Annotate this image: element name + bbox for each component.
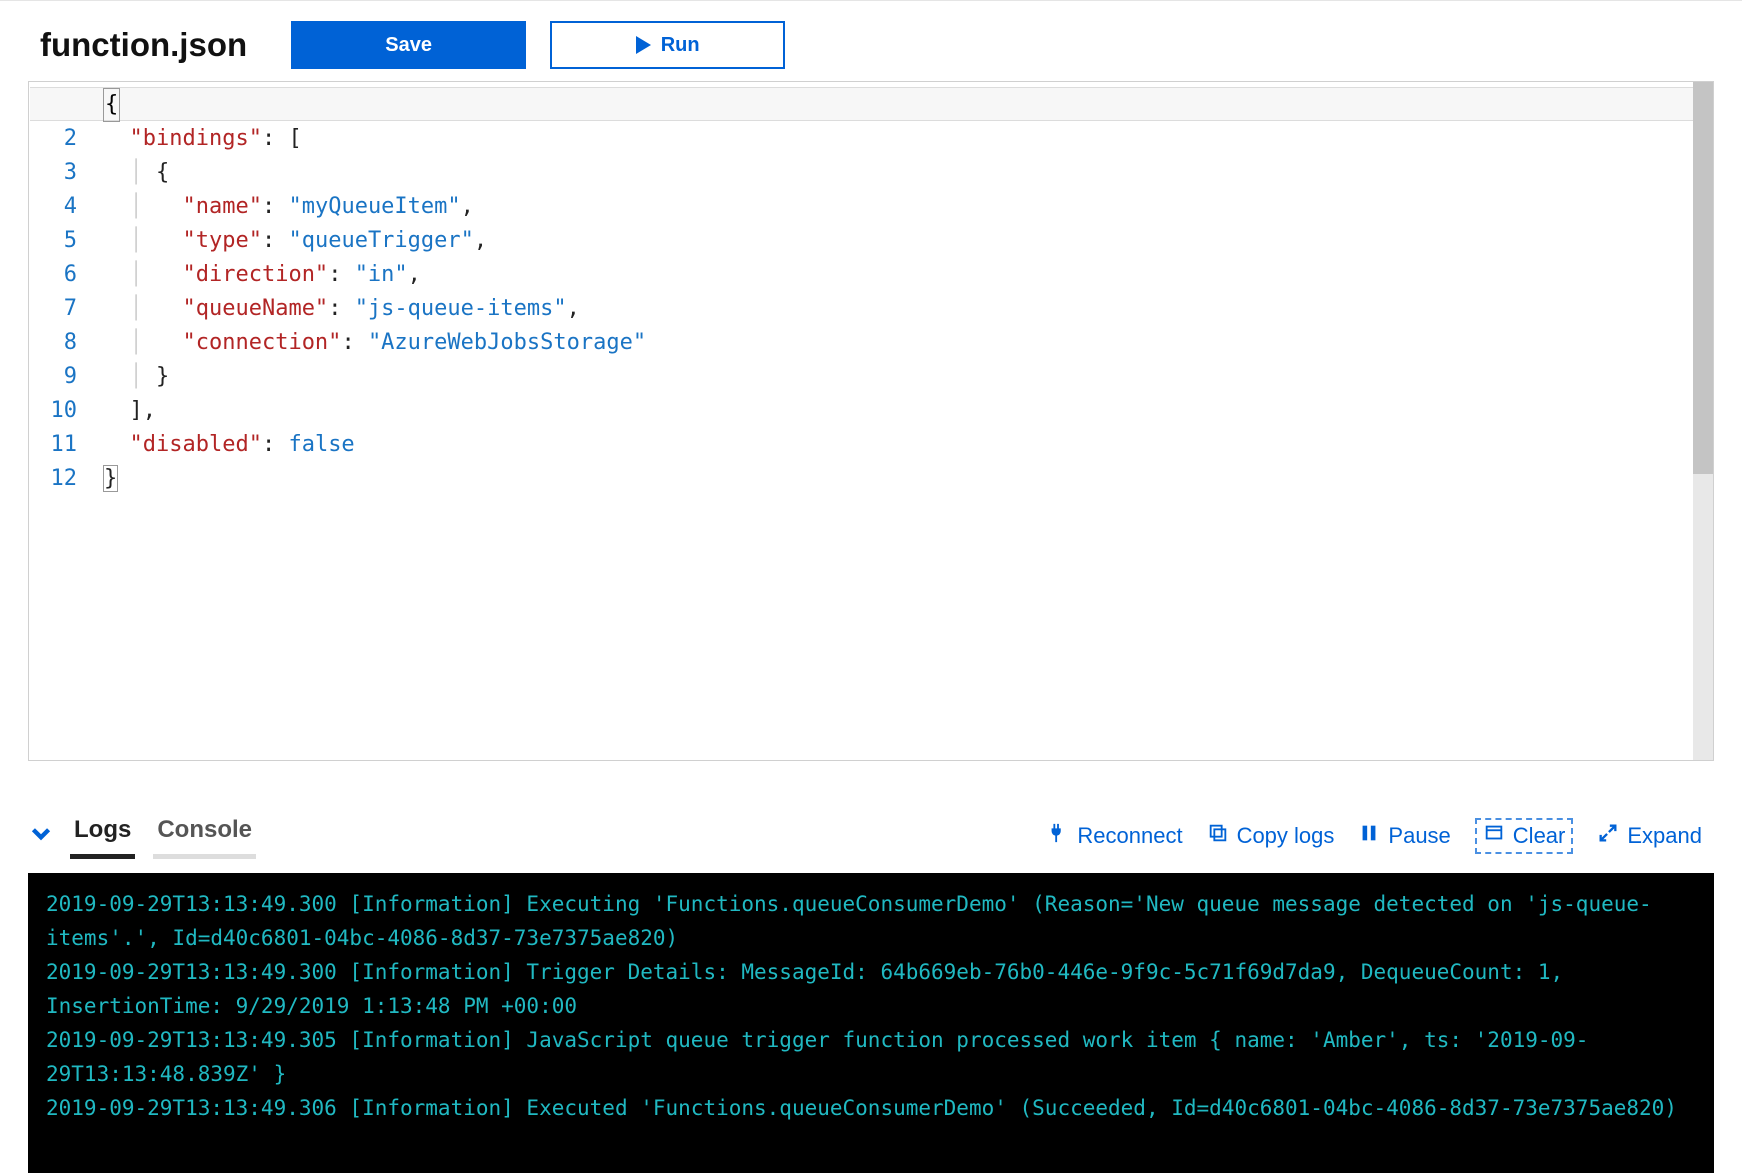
expand-button[interactable]: Expand [1597,822,1702,850]
log-line: 2019-09-29T13:13:49.306 [Information] Ex… [46,1096,1677,1120]
panel-tabs: Logs Console [70,812,256,859]
editor-container: 1 2 3 4 5 6 7 8 9 10 11 12 { "bindings":… [0,81,1742,761]
pause-button[interactable]: Pause [1358,822,1450,850]
line-number: 4 [29,190,77,224]
file-title: function.json [40,26,247,64]
line-number: 11 [29,428,77,462]
reconnect-button[interactable]: Reconnect [1047,822,1182,850]
line-number: 5 [29,224,77,258]
current-line-highlight [30,87,1693,121]
line-number: 10 [29,394,77,428]
reconnect-label: Reconnect [1077,823,1182,849]
log-line: 2019-09-29T13:13:49.305 [Information] Ja… [46,1028,1588,1086]
copy-icon [1207,822,1229,850]
app-root: function.json Save Run 1 2 3 4 5 6 7 8 9… [0,0,1742,1176]
clear-button[interactable]: Clear [1475,818,1574,854]
log-line: 2019-09-29T13:13:49.300 [Information] Tr… [46,960,1576,1018]
log-panel-bar: Logs Console Reconnect Copy logs Pause C… [0,801,1742,859]
log-line: 2019-09-29T13:13:49.300 [Information] Ex… [46,892,1652,950]
pause-label: Pause [1388,823,1450,849]
expand-label: Expand [1627,823,1702,849]
run-button[interactable]: Run [550,21,785,69]
log-output[interactable]: 2019-09-29T13:13:49.300 [Information] Ex… [28,873,1714,1173]
copy-logs-label: Copy logs [1237,823,1335,849]
editor-header: function.json Save Run [0,1,1742,81]
panel-actions: Reconnect Copy logs Pause Clear Expand [1047,818,1702,854]
code-line: { [103,88,120,122]
play-icon [636,36,651,54]
copy-logs-button[interactable]: Copy logs [1207,822,1335,850]
code-editor[interactable]: 1 2 3 4 5 6 7 8 9 10 11 12 { "bindings":… [28,81,1714,761]
save-button[interactable]: Save [291,21,526,69]
line-number: 7 [29,292,77,326]
line-number: 3 [29,156,77,190]
line-number: 12 [29,462,77,496]
expand-icon [1597,822,1619,850]
line-number: 8 [29,326,77,360]
clear-icon [1483,822,1505,850]
code-area[interactable]: { "bindings": [ │ { │ "name": "myQueueIt… [91,82,1693,760]
clear-label: Clear [1513,823,1566,849]
chevron-down-icon[interactable] [28,820,54,851]
line-gutter: 1 2 3 4 5 6 7 8 9 10 11 12 [29,82,91,760]
save-button-label: Save [385,34,432,57]
tab-logs[interactable]: Logs [70,812,135,859]
pause-icon [1358,822,1380,850]
run-button-label: Run [661,34,700,57]
code-key: "bindings" [130,126,262,151]
line-number: 2 [29,122,77,156]
plug-icon [1047,822,1069,850]
scrollbar-thumb[interactable] [1693,82,1713,474]
scrollbar[interactable] [1693,82,1713,760]
line-number: 6 [29,258,77,292]
line-number: 9 [29,360,77,394]
tab-console[interactable]: Console [153,812,256,859]
